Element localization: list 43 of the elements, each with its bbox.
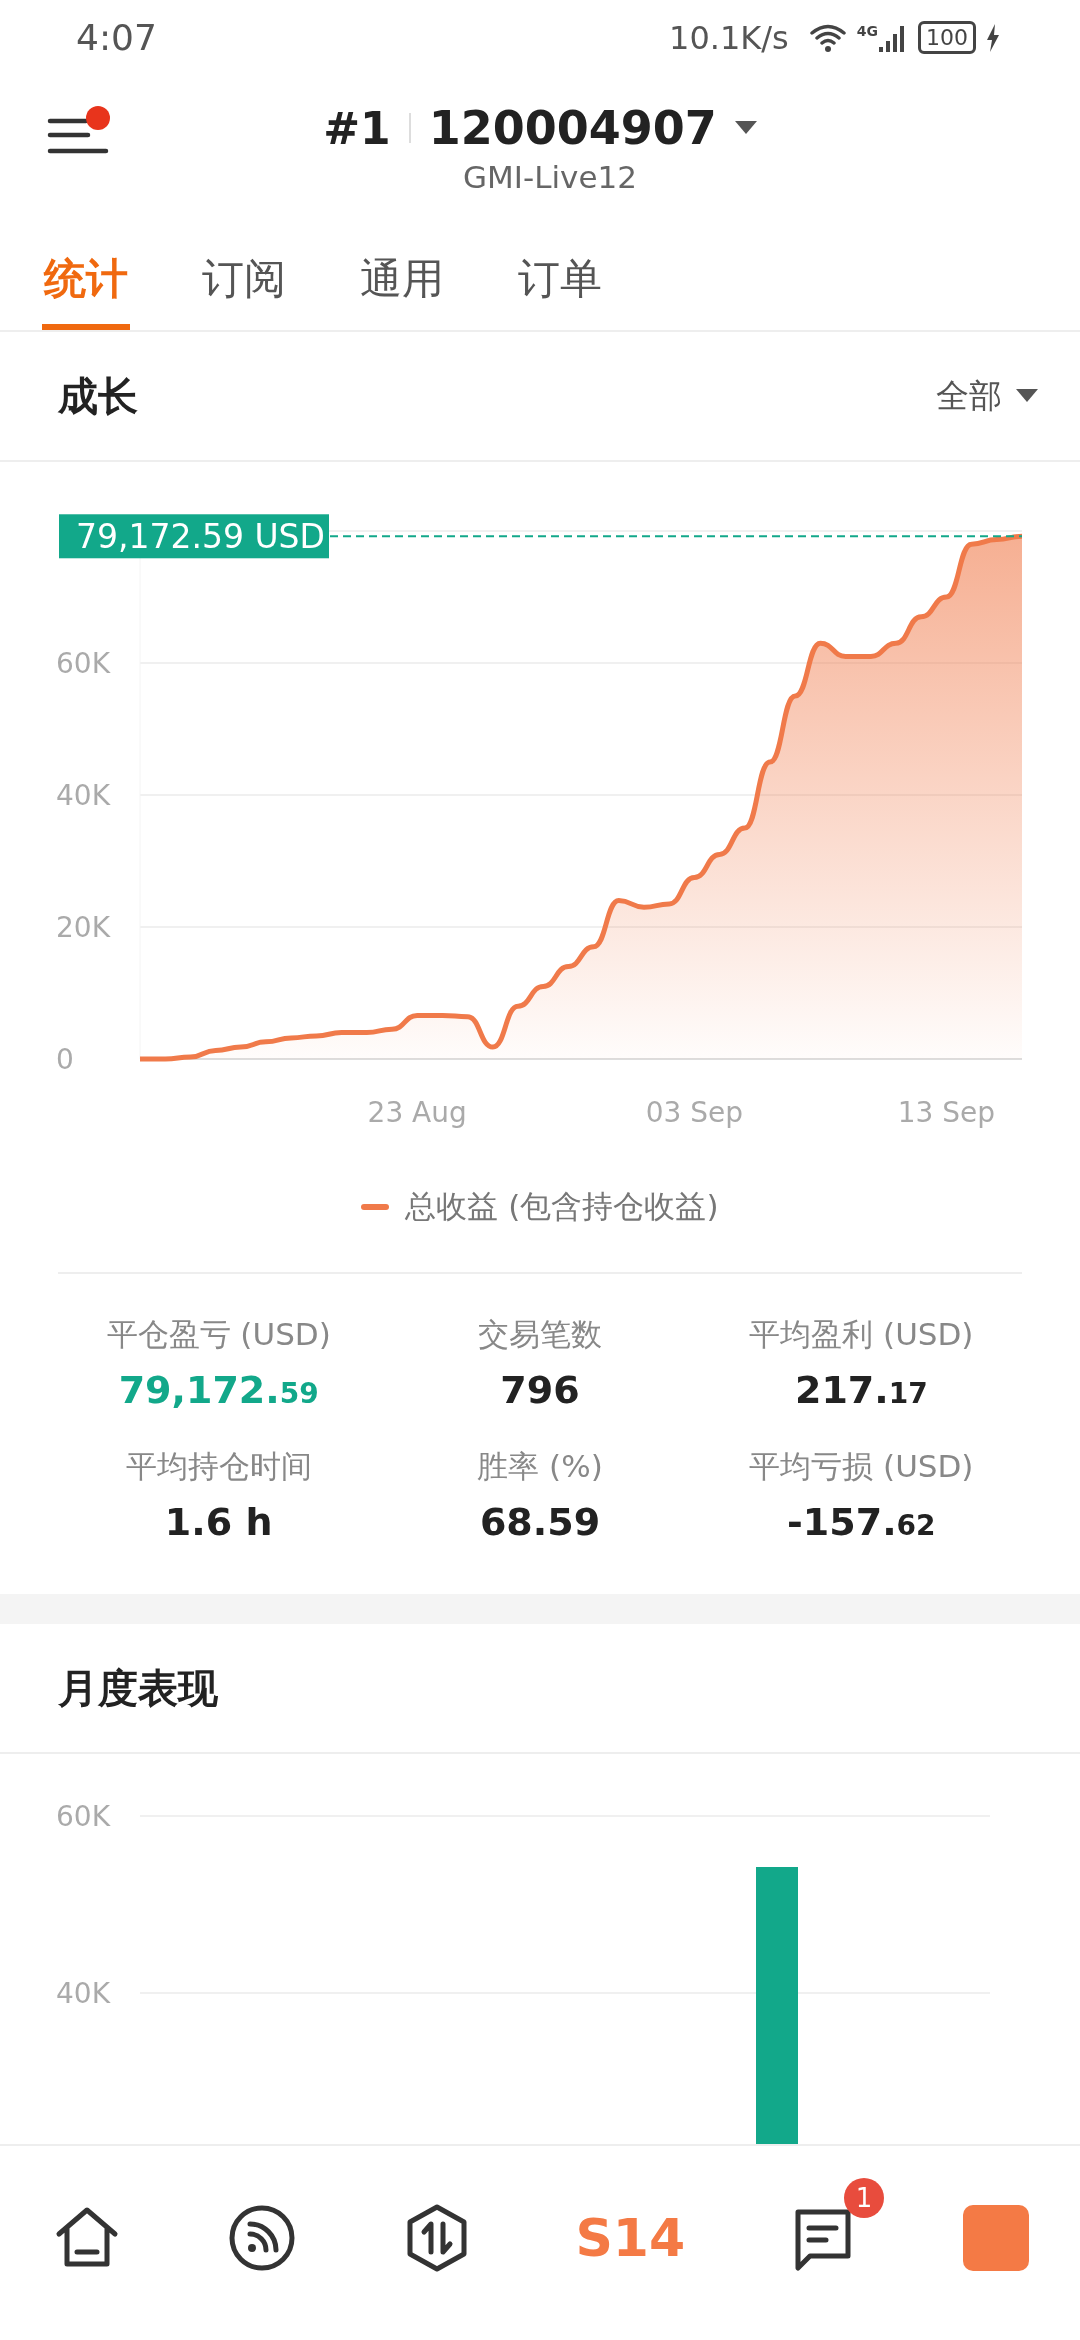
axis-label: 03 Sep xyxy=(645,1096,744,1129)
stat-label: 平均亏损 (USD) xyxy=(749,1447,974,1486)
filter-dropdown[interactable]: 全部 xyxy=(930,372,1044,420)
battery-level: 100 xyxy=(918,21,976,54)
charging-icon xyxy=(986,23,1000,52)
account-number[interactable]: 120004907 xyxy=(428,101,717,155)
tab[interactable]: 订阅 xyxy=(200,215,288,330)
legend-label: 总收益 (包含持仓收益) xyxy=(405,1187,719,1226)
section-title: 月度表现 xyxy=(58,1663,218,1713)
axis-label: 0 xyxy=(56,1043,74,1076)
axis-label: 60K xyxy=(56,647,110,680)
server-name: GMI-Live12 xyxy=(463,159,637,195)
tab[interactable]: 通用 xyxy=(358,215,446,330)
value-tag: 79,172.59 USD xyxy=(59,514,329,559)
status-time: 4:07 xyxy=(76,17,157,58)
stat-label: 平均盈利 (USD) xyxy=(749,1315,974,1354)
caret-icon[interactable] xyxy=(734,121,757,135)
network-type: 4G xyxy=(856,22,878,39)
axis-label: 40K xyxy=(56,1977,110,2010)
stat-label: 平仓盈亏 (USD) xyxy=(106,1315,331,1354)
axis-label: 40K xyxy=(56,779,110,812)
axis-label: 20K xyxy=(56,911,110,944)
account-index: #1 xyxy=(323,102,391,154)
stat-label: 平均持仓时间 xyxy=(125,1447,312,1486)
stat-label: 胜率 (%) xyxy=(477,1447,603,1486)
axis-label: 60K xyxy=(56,1800,110,1833)
legend-mark xyxy=(361,1204,390,1210)
wifi-icon xyxy=(808,22,847,53)
stat-label: 交易笔数 xyxy=(478,1315,602,1354)
axis-label: 13 Sep xyxy=(897,1096,996,1129)
stat-value: 1.6 h xyxy=(164,1500,273,1544)
stat-value: -157.62 xyxy=(787,1500,936,1544)
axis-label: 23 Aug xyxy=(367,1096,467,1129)
network-speed: 10.1K/s xyxy=(669,18,789,57)
stat-value: 79,172.59 xyxy=(118,1368,319,1412)
notification-badge: 1 xyxy=(843,2178,884,2218)
nav-app-icon[interactable] xyxy=(962,2205,1029,2271)
tab[interactable]: 订单 xyxy=(516,215,604,330)
caret-icon[interactable] xyxy=(1016,389,1038,403)
stat-value: 217.17 xyxy=(794,1368,928,1412)
section-title: 成长 xyxy=(58,371,138,421)
stat-value: 68.59 xyxy=(479,1500,601,1544)
stat-value: 796 xyxy=(500,1368,580,1412)
